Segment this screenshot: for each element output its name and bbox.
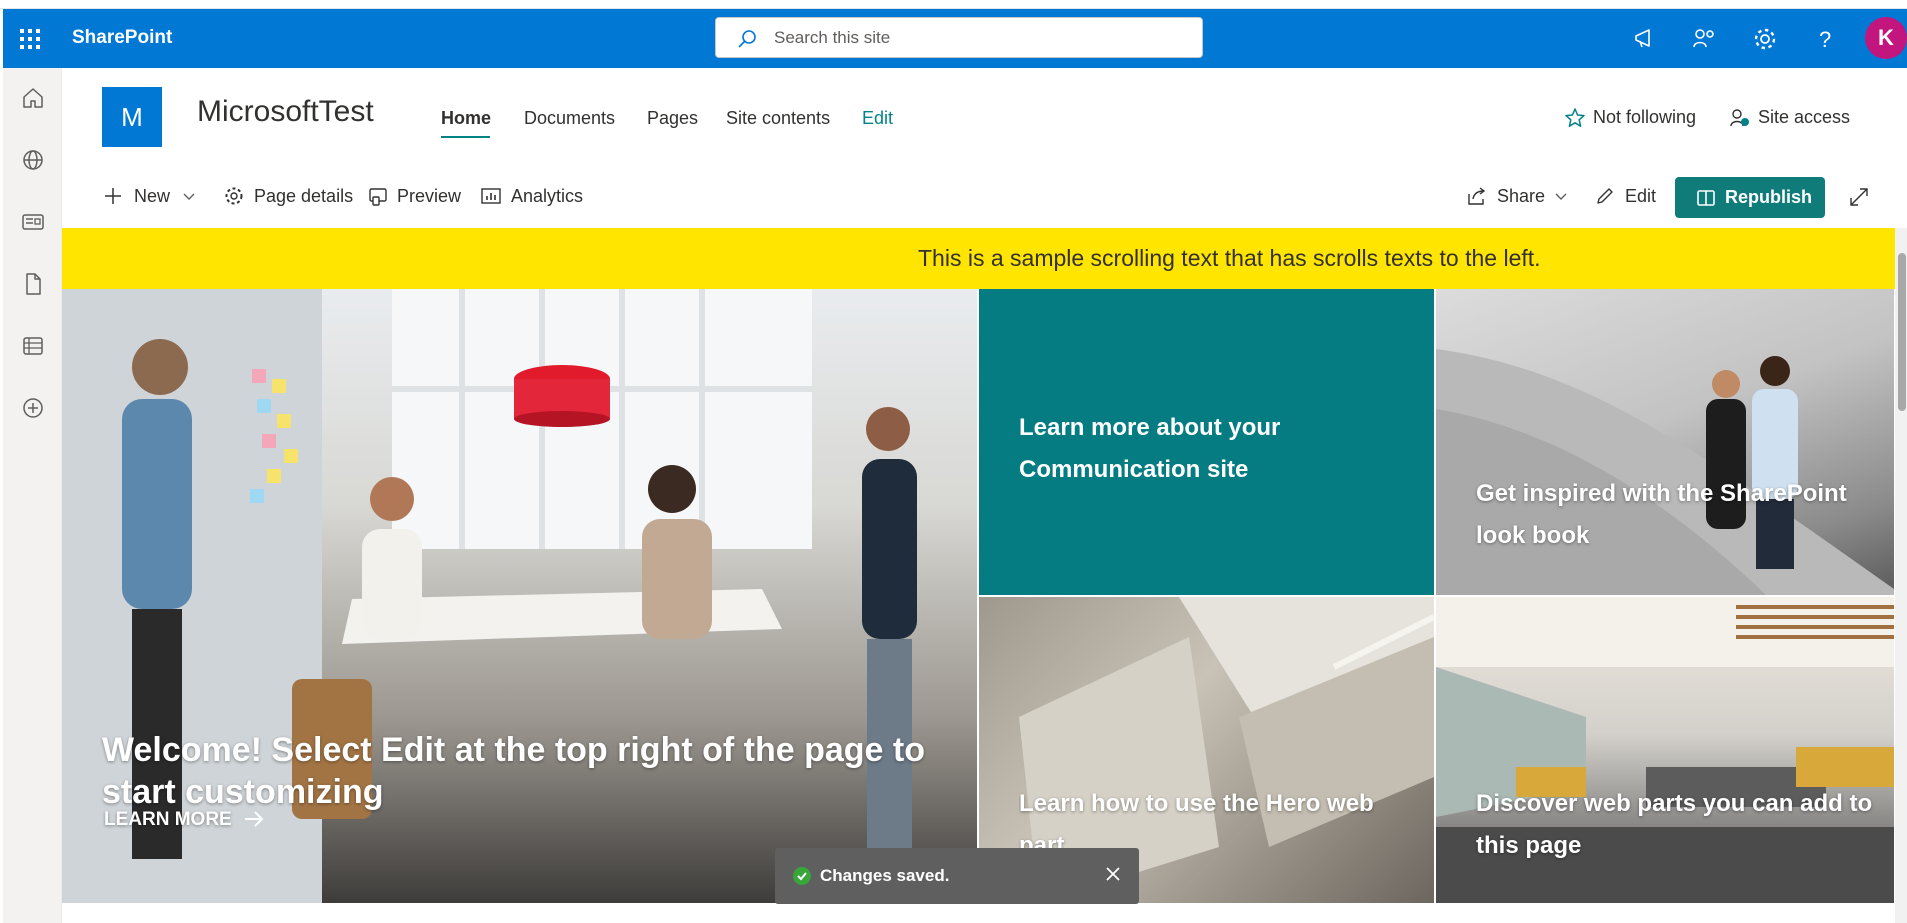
megaphone-icon[interactable]	[1631, 25, 1659, 53]
analytics-icon[interactable]	[480, 185, 502, 207]
checkmark-icon	[793, 867, 811, 885]
new-button[interactable]: New	[134, 186, 170, 207]
star-icon[interactable]	[1564, 107, 1586, 129]
site-title[interactable]: MicrosoftTest	[197, 95, 374, 129]
left-app-rail	[3, 68, 62, 923]
nav-edit[interactable]: Edit	[862, 108, 893, 129]
site-access-icon[interactable]	[1729, 107, 1751, 129]
share-button[interactable]: Share	[1497, 186, 1545, 207]
preview-icon[interactable]	[368, 185, 390, 207]
hero-tile-communication[interactable]: Learn more about your Communication site	[979, 289, 1434, 595]
gear-icon[interactable]	[223, 185, 245, 207]
browser-top-strip	[0, 0, 1907, 9]
scrolling-text-banner: This is a sample scrolling text that has…	[62, 228, 1895, 289]
toast-notification: Changes saved.	[775, 848, 1139, 904]
hero-tile-communication-title: Learn more about your Communication site	[1019, 414, 1281, 483]
help-icon[interactable]: ?	[1811, 25, 1839, 53]
nav-active-indicator	[441, 136, 490, 138]
nav-documents[interactable]: Documents	[524, 108, 615, 129]
add-circle-icon[interactable]	[21, 396, 45, 420]
pencil-icon[interactable]	[1594, 185, 1616, 207]
site-logo[interactable]: M	[102, 87, 162, 147]
suite-bar: SharePoint ? K	[3, 9, 1907, 68]
toast-message: Changes saved.	[820, 866, 950, 885]
search-box[interactable]	[715, 17, 1203, 58]
document-icon[interactable]	[21, 272, 45, 296]
hero-tile-lookbook-title: Get inspired with the SharePoint look bo…	[1476, 480, 1847, 549]
search-input[interactable]	[774, 26, 1174, 50]
banner-text: This is a sample scrolling text that has…	[918, 245, 1541, 271]
gear-icon[interactable]	[1751, 25, 1779, 53]
learn-more-label: LEARN MORE	[104, 809, 232, 830]
republish-button[interactable]: Republish	[1675, 177, 1825, 218]
share-icon[interactable]	[1466, 185, 1488, 207]
user-avatar[interactable]: K	[1865, 17, 1907, 59]
book-icon	[1697, 190, 1715, 206]
arrow-right-icon	[245, 811, 264, 827]
share-network-icon[interactable]	[1691, 25, 1719, 53]
nav-pages[interactable]: Pages	[647, 108, 698, 129]
nav-home[interactable]: Home	[441, 108, 491, 129]
hero-main-tile[interactable]: Welcome! Select Edit at the top right of…	[62, 289, 977, 903]
site-access-button[interactable]: Site access	[1758, 107, 1850, 128]
list-icon[interactable]	[21, 334, 45, 358]
app-launcher-icon[interactable]	[19, 28, 41, 50]
nav-site-contents[interactable]: Site contents	[726, 108, 830, 129]
home-icon[interactable]	[21, 86, 45, 110]
hero-tile-webparts-title: Discover web parts you can add to this p…	[1476, 790, 1873, 859]
page-details-button[interactable]: Page details	[254, 186, 353, 207]
expand-icon[interactable]	[1848, 186, 1870, 208]
edit-button[interactable]: Edit	[1625, 186, 1656, 207]
chevron-down-icon[interactable]	[1550, 185, 1572, 207]
chevron-down-icon[interactable]	[178, 185, 200, 207]
republish-label: Republish	[1725, 187, 1813, 207]
search-icon	[738, 30, 756, 48]
news-icon[interactable]	[21, 210, 45, 234]
analytics-button[interactable]: Analytics	[511, 186, 583, 207]
hero-main-title[interactable]: Welcome! Select Edit at the top right of…	[102, 729, 952, 813]
scrollbar-thumb[interactable]	[1898, 253, 1906, 411]
svg-text:?: ?	[1819, 27, 1831, 52]
globe-icon[interactable]	[21, 148, 45, 172]
preview-button[interactable]: Preview	[397, 186, 461, 207]
follow-button[interactable]: Not following	[1593, 107, 1696, 128]
close-icon[interactable]	[1103, 864, 1123, 884]
plus-icon[interactable]	[102, 185, 124, 207]
learn-more-link[interactable]: LEARN MORE	[104, 809, 265, 831]
hero-tile-lookbook[interactable]: Get inspired with the SharePoint look bo…	[1436, 289, 1894, 595]
app-name[interactable]: SharePoint	[72, 27, 172, 49]
hero-tile-webparts[interactable]: Discover web parts you can add to this p…	[1436, 597, 1894, 903]
